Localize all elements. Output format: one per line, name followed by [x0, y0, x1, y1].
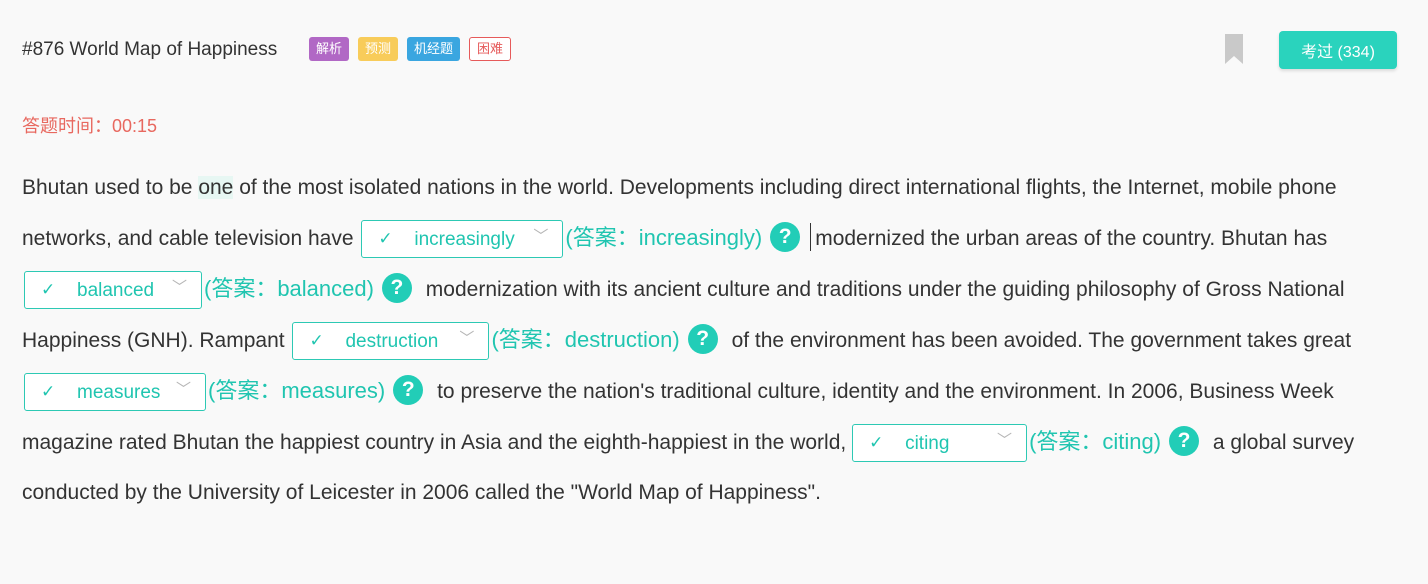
tag-list: 解析 预测 机经题 困难: [309, 37, 512, 61]
check-icon: ✓: [309, 331, 324, 351]
blank-value: measures: [77, 382, 161, 404]
answer-text: (答案：citing): [1029, 429, 1162, 454]
passage-text: modernized the urban areas of the countr…: [815, 227, 1328, 250]
bookmark-icon[interactable]: [1224, 34, 1244, 64]
blank-select-2[interactable]: ✓ balanced ﹀: [24, 271, 202, 310]
question-icon[interactable]: ?: [393, 375, 424, 406]
tag-difficulty: 困难: [469, 37, 512, 61]
answer-text: (答案：destruction): [491, 327, 680, 352]
chevron-down-icon: ﹀: [997, 432, 1013, 450]
passage-text: Bhutan used to be: [22, 176, 199, 199]
answer-timer: 答题时间：00:15: [22, 112, 157, 138]
answer-text: (答案：measures): [208, 378, 386, 403]
answer-text: (答案：increasingly): [565, 225, 763, 250]
blank-value: destruction: [345, 331, 439, 353]
exam-count-button[interactable]: 考过 (334): [1279, 31, 1397, 69]
header: #876 World Map of Happiness 解析 预测 机经题 困难…: [22, 31, 1398, 69]
blank-select-3[interactable]: ✓ destruction ﹀: [292, 322, 490, 361]
blank-value: increasingly: [414, 229, 515, 251]
passage: Bhutan used to be one of the most isolat…: [22, 163, 1412, 518]
check-icon: ✓: [869, 433, 884, 453]
timer-value: 00:15: [112, 116, 158, 136]
text-cursor: [810, 223, 812, 252]
chevron-down-icon: ﹀: [533, 228, 549, 246]
check-icon: ✓: [41, 382, 56, 402]
question-icon[interactable]: ?: [687, 324, 718, 355]
tag-predict: 预测: [358, 37, 399, 61]
check-icon: ✓: [378, 229, 393, 249]
check-icon: ✓: [41, 280, 56, 300]
page-title: #876 World Map of Happiness: [22, 39, 278, 60]
chevron-down-icon: ﹀: [175, 381, 191, 399]
tag-analysis[interactable]: 解析: [309, 37, 350, 61]
blank-select-5[interactable]: ✓ citing ﹀: [852, 424, 1028, 463]
chevron-down-icon: ﹀: [459, 330, 475, 348]
question-icon[interactable]: ?: [1169, 426, 1200, 457]
question-icon[interactable]: ?: [770, 222, 801, 253]
blank-select-1[interactable]: ✓ increasingly ﹀: [361, 220, 564, 259]
tag-jijing: 机经题: [407, 37, 461, 61]
highlighted-word: one: [198, 176, 234, 199]
blank-value: balanced: [77, 280, 155, 302]
blank-value: citing: [905, 433, 950, 455]
timer-label: 答题时间：: [22, 116, 112, 136]
blank-select-4[interactable]: ✓ measures ﹀: [24, 373, 206, 412]
chevron-down-icon: ﹀: [171, 279, 187, 297]
passage-text: of the environment has been avoided. The…: [731, 329, 1352, 352]
question-icon[interactable]: ?: [381, 273, 412, 304]
answer-text: (答案：balanced): [204, 276, 374, 301]
